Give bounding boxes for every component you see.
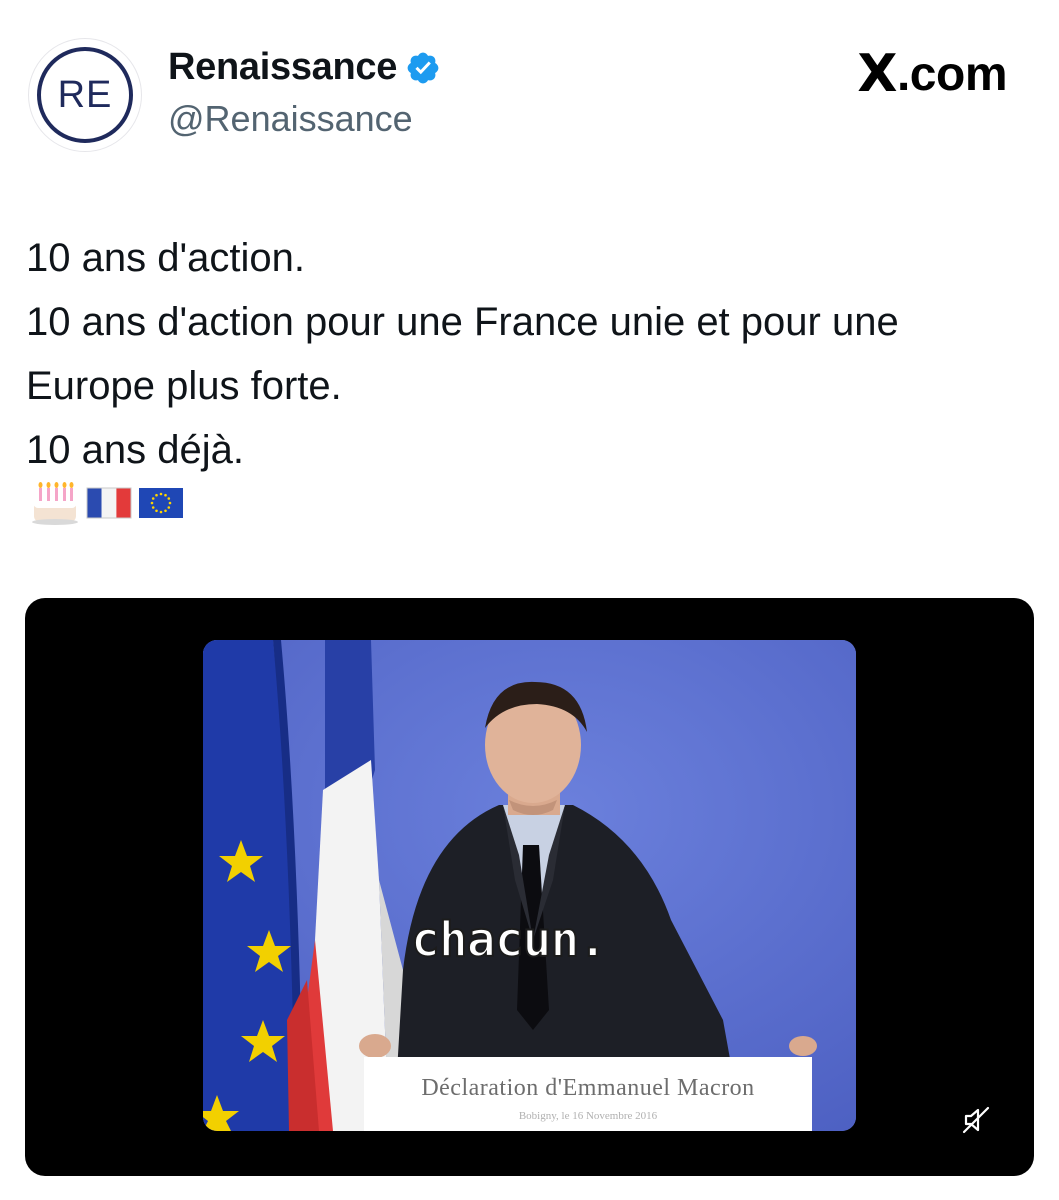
emoji-row: [30, 480, 184, 526]
avatar-logo-text: RE: [57, 73, 113, 116]
video-frame[interactable]: Déclaration d'Emmanuel Macron Bobigny, l…: [203, 640, 856, 1131]
video-player[interactable]: Déclaration d'Emmanuel Macron Bobigny, l…: [25, 598, 1034, 1176]
verified-badge-icon: [407, 52, 439, 83]
x-logo-icon: X: [857, 44, 897, 104]
display-name[interactable]: Renaissance: [168, 46, 441, 89]
tweet-line: 10 ans d'action pour une France unie et …: [26, 300, 899, 344]
tweet-line: Europe plus forte.: [26, 364, 342, 408]
source-domain: .com: [896, 47, 1008, 101]
avatar[interactable]: RE: [28, 38, 142, 152]
muted-speaker-icon[interactable]: [960, 1104, 992, 1136]
tweet-line: 10 ans d'action.: [26, 236, 305, 280]
source-watermark: X .com: [857, 44, 1007, 104]
avatar-logo-ring: RE: [37, 47, 133, 143]
display-name-text: Renaissance: [168, 46, 398, 88]
podium-sign: Déclaration d'Emmanuel Macron Bobigny, l…: [364, 1057, 812, 1131]
tweet-text: 10 ans d'action. 10 ans d'action pour un…: [26, 226, 1036, 482]
birthday-cake-icon: [32, 482, 78, 525]
user-handle[interactable]: @Renaissance: [168, 98, 413, 140]
tweet-line: 10 ans déjà.: [26, 428, 244, 472]
eu-flag-icon: [139, 488, 183, 518]
podium-title: Déclaration d'Emmanuel Macron: [421, 1075, 755, 1101]
video-caption: chacun.: [410, 911, 608, 969]
podium-subtitle: Bobigny, le 16 Novembre 2016: [518, 1110, 658, 1122]
france-flag-icon: [86, 487, 132, 519]
